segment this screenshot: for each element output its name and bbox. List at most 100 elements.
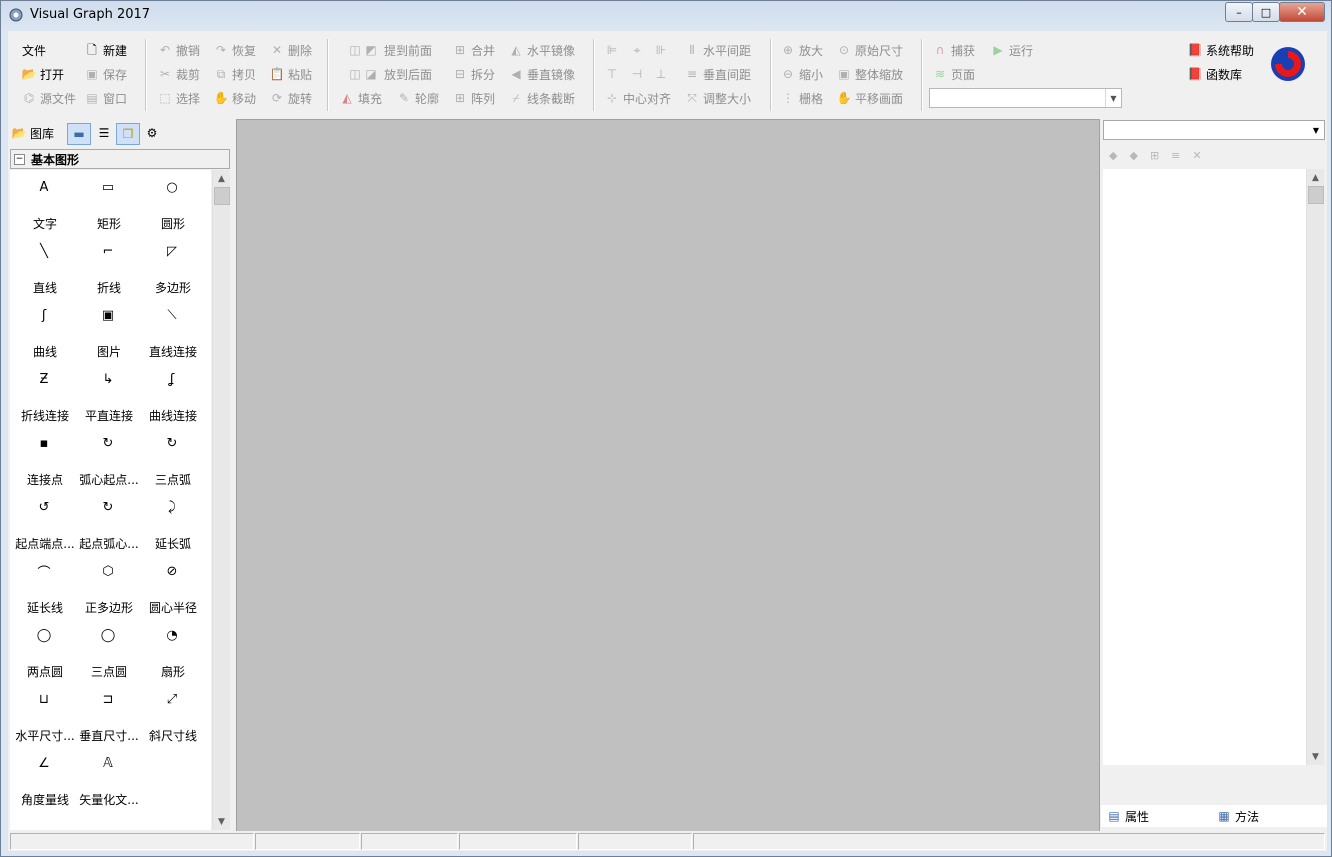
capture-button[interactable]: ∩ 捕获 [933, 40, 975, 60]
vmirror-button[interactable]: ◀ 垂直镜像 [509, 64, 575, 84]
property-tool-icon[interactable]: ◆ [1109, 149, 1117, 162]
shape-item[interactable]: ⤢ 斜尺寸线 [140, 682, 204, 746]
send-back-button[interactable]: ◫ ◪ 放到后面 [348, 64, 432, 84]
property-tool-icon[interactable]: ⊞ [1150, 149, 1159, 162]
scroll-thumb[interactable] [1308, 186, 1324, 204]
align-right-button[interactable]: ⊪ [654, 40, 672, 60]
shape-item[interactable]: ↳ 平直连接 [76, 362, 140, 426]
shape-item[interactable]: ʃ 曲线 [12, 298, 76, 362]
h-spacing-button[interactable]: ⫴ 水平间距 [685, 40, 751, 60]
shape-item[interactable]: ∠ 角度量线 [12, 746, 76, 810]
align-left-button[interactable]: ⊫ [605, 40, 623, 60]
select-button[interactable]: ⬚ 选择 [158, 88, 200, 108]
shape-item[interactable]: ○ 圆形 [140, 170, 204, 234]
scroll-thumb[interactable] [214, 187, 230, 205]
property-tool-icon[interactable]: ◆ [1129, 149, 1137, 162]
save-button[interactable]: ▣ 保存 [85, 64, 127, 84]
shape-item[interactable]: ╲ 直线 [12, 234, 76, 298]
scroll-up-icon[interactable]: ▲ [213, 170, 230, 187]
original-size-button[interactable]: ⊙ 原始尺寸 [837, 40, 903, 60]
resize-button[interactable]: ⤧ 调整大小 [685, 88, 751, 108]
undo-button[interactable]: ↶ 撤销 [158, 40, 200, 60]
outline-button[interactable]: ✎ 轮廓 [397, 88, 439, 108]
chevron-down-icon[interactable]: ▼ [1105, 89, 1121, 107]
zoom-out-button[interactable]: ⊖ 缩小 [781, 64, 823, 84]
align-top-button[interactable]: ⊤ [605, 64, 623, 84]
pan-button[interactable]: ✋ 平移画面 [837, 88, 903, 108]
shape-item[interactable]: ▣ 图片 [76, 298, 140, 362]
shape-item[interactable]: ↺ 起点端点... [12, 490, 76, 554]
property-grid[interactable] [1103, 169, 1323, 765]
shape-item[interactable]: ⊘ 圆心半径 [140, 554, 204, 618]
bring-front-button[interactable]: ◫ ◩ 提到前面 [348, 40, 432, 60]
drawing-canvas[interactable] [236, 119, 1100, 832]
page-select[interactable]: ▼ [929, 88, 1122, 108]
scroll-up-icon[interactable]: ▲ [1307, 169, 1324, 186]
shape-item[interactable]: ⊐ 垂直尺寸... [76, 682, 140, 746]
title-bar[interactable]: Visual Graph 2017 – □ ✕ [1, 1, 1331, 31]
align-bottom-button[interactable]: ⊥ [654, 64, 672, 84]
fit-all-button[interactable]: ▣ 整体缩放 [837, 64, 903, 84]
shape-item[interactable]: A 文字 [12, 170, 76, 234]
shape-item[interactable]: ◯ 三点圆 [76, 618, 140, 682]
shape-palette-scrollbar[interactable]: ▲ ▼ [212, 170, 230, 830]
tab-3d-view[interactable]: ❒ [116, 123, 140, 145]
shape-item[interactable]: ↻ 三点弧 [140, 426, 204, 490]
shape-group-header[interactable]: − 基本图形 [10, 149, 230, 169]
shape-item[interactable]: 𝔸 矢量化文... [76, 746, 140, 810]
shape-item[interactable]: ⌒ 延长线 [12, 554, 76, 618]
redo-button[interactable]: ↷ 恢复 [214, 40, 256, 60]
shape-item[interactable]: ⊔ 水平尺寸... [12, 682, 76, 746]
shape-item[interactable]: ◯ 两点圆 [12, 618, 76, 682]
v-spacing-button[interactable]: ≡ 垂直间距 [685, 64, 751, 84]
property-tool-icon[interactable]: ≡ [1171, 149, 1180, 162]
open-button[interactable]: 📂 打开 [22, 64, 64, 84]
tab-library[interactable]: 📂 图库 [12, 123, 54, 143]
shape-item[interactable]: ◔ 扇形 [140, 618, 204, 682]
close-button[interactable]: ✕ [1279, 2, 1325, 22]
align-center-h-button[interactable]: ⌖ [630, 40, 648, 60]
rotate-button[interactable]: ⟳ 旋转 [270, 88, 312, 108]
fill-button[interactable]: ◭ 填充 [340, 88, 382, 108]
grid-button[interactable]: ⋮ 栅格 [781, 88, 823, 108]
move-button[interactable]: ✋ 移动 [214, 88, 256, 108]
window-button[interactable]: ▤ 窗口 [85, 88, 127, 108]
tab-components[interactable]: ⚙ [142, 123, 162, 143]
source-file-button[interactable]: ⌬ 源文件 [22, 88, 76, 108]
new-button[interactable]: 🗋 新建 [85, 40, 127, 60]
minimize-button[interactable]: – [1225, 2, 1253, 22]
delete-x-icon[interactable]: ✕ [1192, 149, 1201, 162]
shape-item[interactable]: ▭ 矩形 [76, 170, 140, 234]
align-middle-button[interactable]: ⊣ [630, 64, 648, 84]
zoom-in-button[interactable]: ⊕ 放大 [781, 40, 823, 60]
file-menu-button[interactable]: 文件 [22, 40, 46, 60]
cut-button[interactable]: ✂ 裁剪 [158, 64, 200, 84]
split-button[interactable]: ⊟ 拆分 [453, 64, 495, 84]
paste-button[interactable]: 📋 粘贴 [270, 64, 312, 84]
shape-item[interactable]: ⬡ 正多边形 [76, 554, 140, 618]
shape-item[interactable]: ⟍ 直线连接 [140, 298, 204, 362]
shape-item[interactable]: ↻ 弧心起点... [76, 426, 140, 490]
page-button[interactable]: ≋ 页面 [933, 64, 975, 84]
tab-picture-view[interactable]: ▬ [67, 123, 91, 145]
function-library-button[interactable]: 📕 函数库 [1188, 64, 1242, 84]
shape-item[interactable]: ◸ 多边形 [140, 234, 204, 298]
tab-list-view[interactable]: ☰ [94, 123, 114, 143]
tab-methods[interactable]: ▦ 方法 [1217, 807, 1259, 825]
tab-properties[interactable]: ▤ 属性 [1107, 807, 1149, 825]
center-align-button[interactable]: ⊹ 中心对齐 [605, 88, 671, 108]
chevron-down-icon[interactable]: ▼ [1308, 121, 1324, 139]
hmirror-button[interactable]: ◭ 水平镜像 [509, 40, 575, 60]
run-button[interactable]: ▶ 运行 [991, 40, 1033, 60]
maximize-button[interactable]: □ [1252, 2, 1280, 22]
array-button[interactable]: ⊞ 阵列 [453, 88, 495, 108]
scroll-down-icon[interactable]: ▼ [213, 813, 230, 830]
system-help-button[interactable]: 📕 系统帮助 [1188, 40, 1254, 60]
shape-item[interactable]: ↻ 起点弧心... [76, 490, 140, 554]
merge-button[interactable]: ⊞ 合并 [453, 40, 495, 60]
line-cut-button[interactable]: ⌿ 线条截断 [509, 88, 575, 108]
collapse-icon[interactable]: − [14, 153, 25, 165]
object-select[interactable]: ▼ [1103, 120, 1325, 140]
shape-item[interactable]: ▪ 连接点 [12, 426, 76, 490]
shape-item[interactable]: ⌐ 折线 [76, 234, 140, 298]
